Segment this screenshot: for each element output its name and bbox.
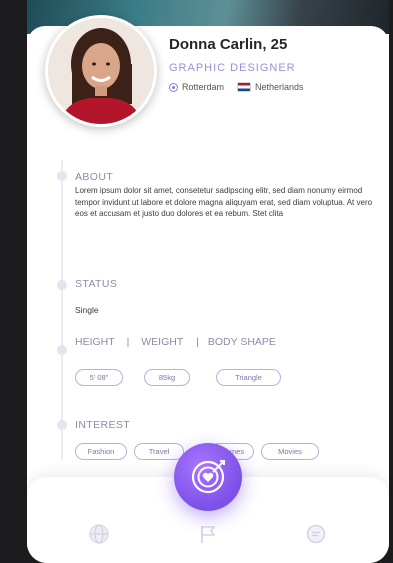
timeline-dot [57,420,67,430]
map-pin-icon [169,82,178,92]
netherlands-flag-icon [238,83,251,91]
location-city: Rotterdam [182,82,225,92]
timeline-line [61,160,63,460]
timeline-dot [57,345,67,355]
nav-globe-button[interactable] [88,523,110,545]
profile-job-title: GRAPHIC DESIGNER [169,62,296,74]
status-heading: STATUS [75,278,118,290]
weight-pill[interactable]: 85kg [144,369,190,386]
about-text: Lorem ipsum dolor sit amet, consetetur s… [75,186,373,218]
about-heading: ABOUT [75,171,114,183]
interest-pill-travel[interactable]: Travel [134,443,184,460]
interest-heading: INTEREST [75,419,131,431]
globe-icon [89,524,109,544]
match-fab-button[interactable] [174,443,242,511]
interest-pill-fashion[interactable]: Fashion [75,443,127,460]
profile-name: Donna Carlin, 25 [169,36,288,53]
height-pill[interactable]: 5' 08" [75,369,123,386]
status-value: Single [75,305,99,315]
height-heading: HEIGHT [75,336,115,348]
body-shape-pill[interactable]: Triangle [216,369,281,386]
chat-icon [306,524,326,544]
location-country: Netherlands [255,82,304,92]
timeline-dot [57,280,67,290]
nav-flag-button[interactable] [197,523,219,545]
target-heart-icon [191,460,225,494]
nav-chat-button[interactable] [305,523,327,545]
flag-icon [201,526,216,543]
avatar-photo [48,18,154,124]
avatar[interactable] [45,15,157,127]
weight-heading: WEIGHT [141,336,184,348]
location-row: Rotterdam Netherlands [169,82,304,92]
interest-pill-movies[interactable]: Movies [261,443,319,460]
timeline-dot [57,171,67,181]
body-shape-heading: BODY SHAPE [207,336,276,348]
profile-screen: Donna Carlin, 25 GRAPHIC DESIGNER Rotter… [27,0,389,563]
body-stats-headings: HEIGHT | WEIGHT | BODY SHAPE [75,336,276,348]
